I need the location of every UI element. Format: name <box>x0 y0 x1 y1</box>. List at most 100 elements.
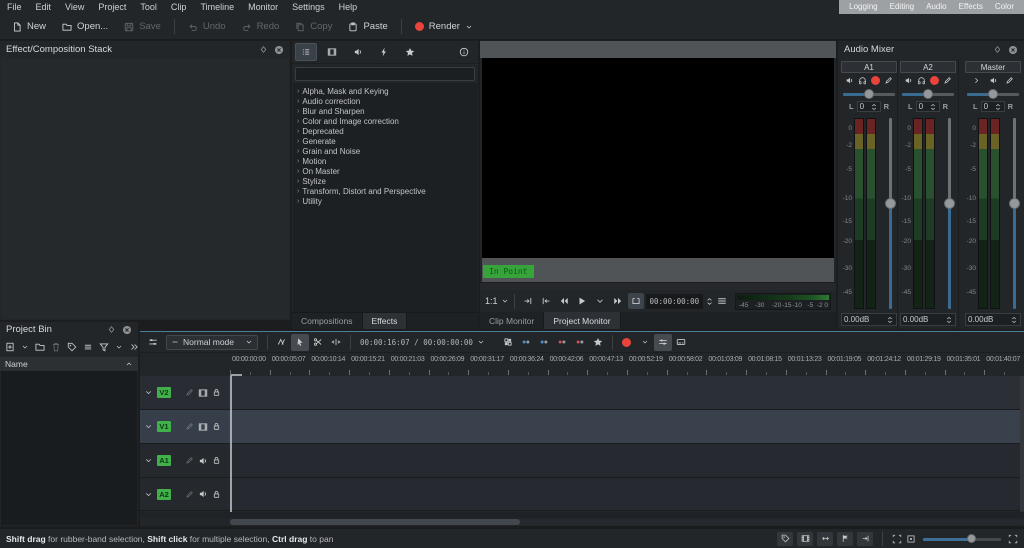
audio-thumbnails-toggle-button[interactable] <box>817 532 833 546</box>
overwrite-zone-button[interactable] <box>535 334 553 351</box>
show-all-effects-button[interactable] <box>295 43 317 61</box>
add-clip-button[interactable] <box>5 342 15 352</box>
zoom-out-button[interactable] <box>906 534 916 544</box>
balance-slider[interactable] <box>965 88 1021 100</box>
video-thumbnails-toggle-button[interactable] <box>797 532 813 546</box>
balance-slider[interactable] <box>900 88 956 100</box>
go-to-zone-end-button[interactable] <box>538 293 554 309</box>
filter-button[interactable] <box>99 342 109 352</box>
menu-file[interactable]: File <box>0 0 29 14</box>
track-name-badge[interactable]: V2 <box>157 387 171 398</box>
zoom-slider[interactable] <box>923 533 1001 545</box>
balance-slider[interactable] <box>841 88 897 100</box>
mix-zone-button[interactable] <box>499 334 517 351</box>
menu-monitor[interactable]: Monitor <box>241 0 285 14</box>
save-button[interactable]: Save <box>116 16 169 37</box>
fit-zoom-button[interactable] <box>892 534 902 544</box>
workspace-tab-editing[interactable]: Editing <box>884 0 920 14</box>
track-lane-v1[interactable] <box>228 410 1024 444</box>
solo-button[interactable] <box>858 76 867 85</box>
pan-spinbox[interactable]: 0 <box>916 101 940 112</box>
effect-category-row[interactable]: ›Transform, Distort and Perspective <box>293 186 477 196</box>
effect-category-row[interactable]: ›Utility <box>293 196 477 206</box>
effect-category-row[interactable]: ›Blur and Sharpen <box>293 106 477 116</box>
volume-slider[interactable] <box>884 118 897 309</box>
close-panel-icon[interactable] <box>122 325 132 335</box>
tags-button[interactable] <box>67 342 77 352</box>
solo-button[interactable] <box>917 76 926 85</box>
open-button[interactable]: Open... <box>54 16 116 37</box>
close-panel-icon[interactable] <box>1008 45 1018 55</box>
workspace-tab-audio[interactable]: Audio <box>920 0 952 14</box>
fast-forward-button[interactable] <box>610 293 626 309</box>
close-panel-icon[interactable] <box>274 45 284 55</box>
gain-spinbox[interactable]: 0.00dB <box>841 313 897 326</box>
record-options-dropdown[interactable] <box>636 334 654 351</box>
show-favorite-effects-button[interactable] <box>399 43 421 61</box>
loop-zone-button[interactable] <box>628 293 644 309</box>
extract-zone-button[interactable] <box>553 334 571 351</box>
workspace-tab-logging[interactable]: Logging <box>843 0 883 14</box>
track-lane-a2[interactable] <box>228 478 1024 511</box>
gain-spinbox[interactable]: 0.00dB <box>900 313 956 326</box>
redo-button[interactable]: Redo <box>234 16 288 37</box>
paste-button[interactable]: Paste <box>340 16 395 37</box>
copy-button[interactable]: Copy <box>287 16 340 37</box>
effect-category-row[interactable]: ›Audio correction <box>293 96 477 106</box>
tab-project-monitor[interactable]: Project Monitor <box>544 312 620 329</box>
view-mode-button[interactable] <box>83 342 93 352</box>
float-panel-icon[interactable] <box>107 325 116 334</box>
menu-settings[interactable]: Settings <box>285 0 332 14</box>
track-lane-a1[interactable] <box>228 444 1024 478</box>
show-audio-effects-button[interactable] <box>347 43 369 61</box>
zoom-in-button[interactable] <box>1008 534 1018 544</box>
track-header-a2[interactable]: A2 <box>140 478 228 511</box>
effect-category-row[interactable]: ›Motion <box>293 156 477 166</box>
mixer-track-name[interactable]: A2 <box>900 61 956 73</box>
mute-button[interactable] <box>904 76 913 85</box>
monitor-seek-bar[interactable] <box>480 282 836 290</box>
play-options-dropdown[interactable] <box>592 293 608 309</box>
project-bin-list[interactable] <box>1 371 137 525</box>
mix-clips-button[interactable] <box>273 334 291 351</box>
subtitles-button[interactable] <box>672 334 690 351</box>
menu-edit[interactable]: Edit <box>29 0 59 14</box>
timeline-vertical-scrollbar[interactable] <box>1020 376 1024 512</box>
tab-effects[interactable]: Effects <box>363 313 408 329</box>
track-header-v2[interactable]: V2 <box>140 376 228 410</box>
effect-category-row[interactable]: ›Alpha, Mask and Keying <box>293 86 477 96</box>
audio-record-button[interactable] <box>618 334 636 351</box>
float-panel-icon[interactable] <box>259 45 268 54</box>
timecode-spin-icon[interactable] <box>705 297 714 306</box>
markers-toggle-button[interactable] <box>837 532 853 546</box>
monitor-zoom-dropdown[interactable]: 1:1 <box>485 296 509 306</box>
name-column-header[interactable]: Name <box>0 357 138 371</box>
delete-button[interactable] <box>51 342 61 352</box>
timeline-horizontal-scrollbar[interactable] <box>230 519 1024 525</box>
show-effects-button[interactable] <box>884 76 893 85</box>
track-name-badge[interactable]: A2 <box>157 489 171 500</box>
menu-help[interactable]: Help <box>332 0 365 14</box>
track-header-v1[interactable]: V1 <box>140 410 228 444</box>
lift-zone-button[interactable] <box>571 334 589 351</box>
effect-category-row[interactable]: ›Grain and Noise <box>293 146 477 156</box>
new-button[interactable]: New <box>4 16 54 37</box>
show-video-effects-button[interactable] <box>321 43 343 61</box>
menu-timeline[interactable]: Timeline <box>193 0 241 14</box>
menu-project[interactable]: Project <box>91 0 133 14</box>
effects-info-button[interactable] <box>453 43 475 61</box>
mute-button[interactable] <box>845 76 854 85</box>
tab-clip-monitor[interactable]: Clip Monitor <box>480 312 544 329</box>
workspace-tab-color[interactable]: Color <box>989 0 1020 14</box>
mixer-track-name[interactable]: Master <box>965 61 1021 73</box>
render-button[interactable]: Render <box>407 16 481 37</box>
volume-slider[interactable] <box>943 118 956 309</box>
create-folder-button[interactable] <box>35 342 45 352</box>
effect-zone-button[interactable] <box>654 334 672 351</box>
snap-toggle-button[interactable] <box>857 532 873 546</box>
menu-clip[interactable]: Clip <box>164 0 194 14</box>
menu-view[interactable]: View <box>58 0 91 14</box>
effect-category-row[interactable]: ›Stylize <box>293 176 477 186</box>
gain-spinbox[interactable]: 0.00dB <box>965 313 1021 326</box>
filter-dropdown[interactable] <box>115 343 123 351</box>
